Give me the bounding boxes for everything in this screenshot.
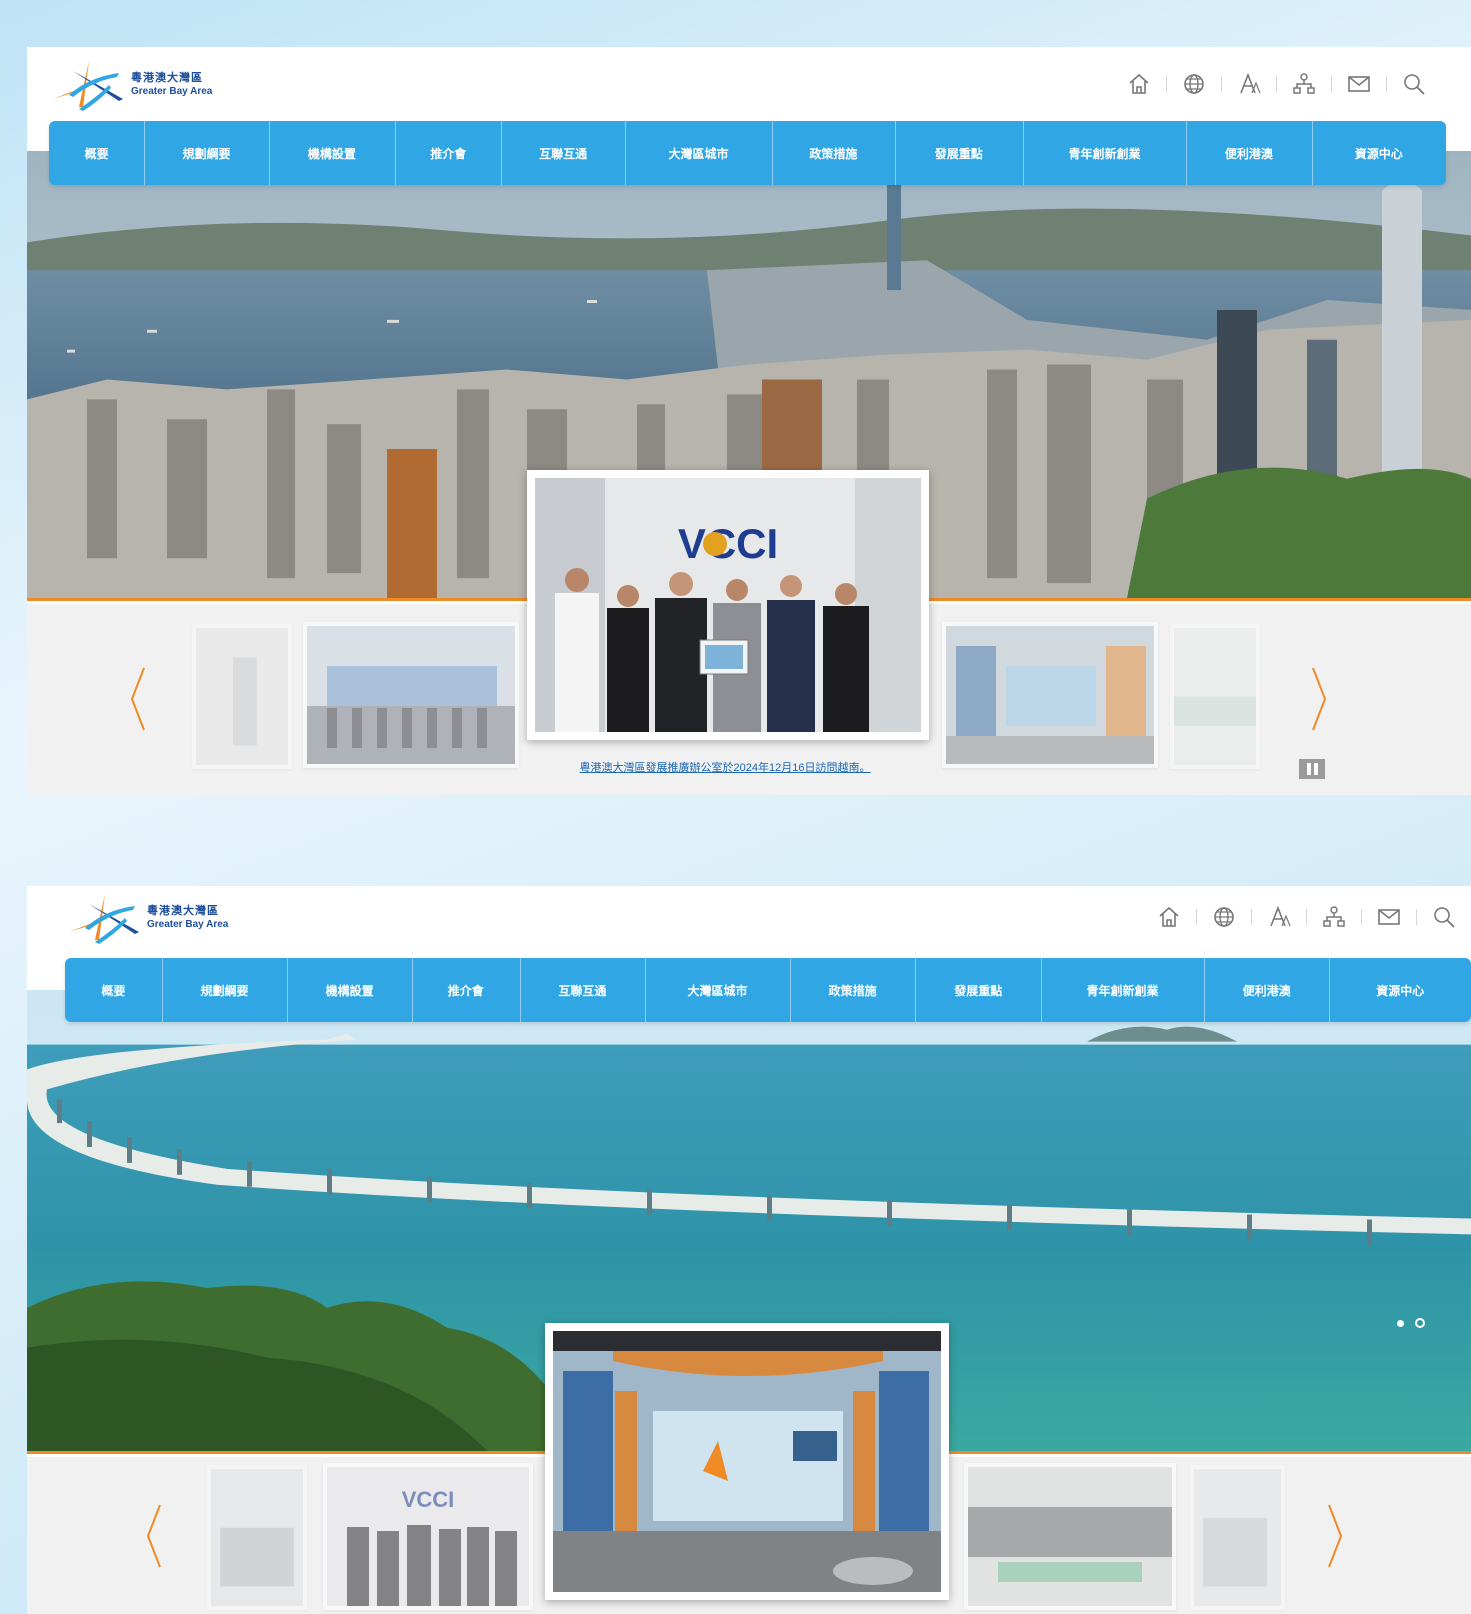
chevron-right-icon — [1328, 1504, 1343, 1568]
featured-image-vcci-group-photo: VCCI — [535, 478, 921, 732]
thumb-image-group-photo — [307, 626, 515, 764]
carousel-thumb[interactable] — [964, 1463, 1176, 1610]
gba-star-logo-icon — [53, 61, 123, 111]
contact-button[interactable] — [1331, 67, 1386, 101]
nav-item-key-areas[interactable]: 發展重點 — [894, 121, 1023, 185]
carousel-caption[interactable]: 粵港澳大灣區發展推廣辦公室於2024年12月16日訪問越南。 — [27, 759, 1447, 775]
gba-star-logo-icon — [69, 894, 139, 944]
website-screenshot-bottom: 粵港澳大灣區 Greater Bay Area 概要 規劃綱要 機構設置 推介會… — [27, 886, 1471, 1614]
carousel-prev-button[interactable] — [140, 1501, 168, 1571]
nav-item-overview[interactable]: 概要 — [65, 958, 162, 1022]
main-nav: 概要 規劃綱要 機構設置 推介會 互聯互通 大灣區城市 政策措施 發展重點 青年… — [49, 121, 1446, 185]
nav-item-outline[interactable]: 規劃綱要 — [161, 958, 288, 1022]
website-screenshot-top: 粵港澳大灣區 Greater Bay Area 概要 規劃綱要 機構設置 推介會… — [27, 47, 1471, 795]
site-logo[interactable]: 粵港澳大灣區 Greater Bay Area — [49, 55, 212, 115]
language-button[interactable] — [1196, 900, 1251, 934]
thumb-image-exhibition — [946, 626, 1154, 764]
site-header: 粵港澳大灣區 Greater Bay Area — [27, 47, 1471, 122]
home-icon — [1158, 906, 1179, 927]
text-size-button[interactable] — [1251, 900, 1306, 934]
text-size-icon — [1239, 72, 1261, 94]
search-button[interactable] — [1386, 67, 1441, 101]
logo-name-en: Greater Bay Area — [131, 86, 213, 97]
logo-name-cn: 粵港澳大灣區 — [147, 905, 219, 917]
utility-bar — [1141, 900, 1471, 934]
nav-item-connectivity[interactable]: 互聯互通 — [501, 121, 624, 185]
logo-name-en: Greater Bay Area — [147, 919, 229, 930]
nav-item-resources[interactable]: 資源中心 — [1311, 121, 1446, 185]
chevron-left-icon — [146, 1504, 161, 1568]
carousel-featured-slide[interactable]: VCCI — [527, 470, 929, 740]
nav-item-connectivity[interactable]: 互聯互通 — [519, 958, 646, 1022]
nav-item-policies[interactable]: 政策措施 — [789, 958, 916, 1022]
search-icon — [1433, 907, 1455, 928]
carousel-featured-slide[interactable] — [545, 1323, 949, 1600]
carousel-pause-button[interactable] — [1299, 759, 1325, 779]
sitemap-button[interactable] — [1276, 67, 1331, 101]
sitemap-icon — [1322, 906, 1345, 927]
thumb-image-forum — [1194, 1469, 1281, 1606]
carousel-thumb[interactable] — [207, 1465, 307, 1610]
globe-icon — [1183, 74, 1204, 94]
utility-bar — [1111, 67, 1441, 101]
carousel-thumb[interactable] — [192, 624, 292, 769]
vcci-logo-text: VCCI — [678, 520, 778, 567]
home-button[interactable] — [1141, 900, 1196, 934]
nav-item-organisation[interactable]: 機構設置 — [287, 958, 412, 1022]
carousel-thumb[interactable] — [1170, 624, 1260, 769]
carousel-thumb[interactable] — [942, 622, 1158, 768]
mail-icon — [1347, 76, 1370, 92]
globe-icon — [1213, 907, 1234, 927]
contact-button[interactable] — [1361, 900, 1416, 934]
text-size-icon — [1269, 905, 1291, 927]
carousel-thumb[interactable] — [303, 622, 519, 768]
search-button[interactable] — [1416, 900, 1471, 934]
carousel-next-button[interactable] — [1305, 664, 1333, 734]
nav-item-resources[interactable]: 資源中心 — [1329, 958, 1471, 1022]
thumb-image-meeting — [211, 1469, 303, 1606]
nav-item-key-areas[interactable]: 發展重點 — [915, 958, 1041, 1022]
text-size-button[interactable] — [1221, 67, 1276, 101]
sitemap-button[interactable] — [1306, 900, 1361, 934]
language-button[interactable] — [1166, 67, 1221, 101]
nav-item-cities[interactable]: 大灣區城市 — [624, 121, 772, 185]
main-nav: 概要 規劃綱要 機構設置 推介會 互聯互通 大灣區城市 政策措施 發展重點 青年… — [65, 958, 1471, 1022]
pause-icon — [1313, 763, 1318, 775]
chevron-left-icon — [130, 667, 145, 731]
nav-item-policies[interactable]: 政策措施 — [772, 121, 894, 185]
home-icon — [1128, 73, 1149, 94]
thumb-image-ceremony — [968, 1467, 1172, 1606]
nav-item-youth[interactable]: 青年創新創業 — [1041, 958, 1204, 1022]
pause-icon — [1306, 763, 1311, 775]
nav-item-youth[interactable]: 青年創新創業 — [1022, 121, 1186, 185]
featured-image-exhibition-booth — [553, 1331, 941, 1592]
nav-item-promotion[interactable]: 推介會 — [395, 121, 501, 185]
carousel-thumb[interactable]: VCCI — [323, 1463, 533, 1610]
nav-item-facilitation[interactable]: 便利港澳 — [1203, 958, 1330, 1022]
thumb-image-vcci-group-photo: VCCI — [327, 1467, 529, 1606]
search-icon — [1403, 74, 1425, 95]
site-logo[interactable]: 粵港澳大灣區 Greater Bay Area — [65, 888, 228, 948]
carousel-thumb[interactable] — [1190, 1465, 1285, 1610]
thumb-image-meeting — [196, 628, 288, 765]
nav-item-outline[interactable]: 規劃綱要 — [144, 121, 268, 185]
nav-item-organisation[interactable]: 機構設置 — [268, 121, 395, 185]
slide-indicator-dot[interactable] — [1415, 1318, 1425, 1328]
carousel-prev-button[interactable] — [124, 664, 152, 734]
nav-item-cities[interactable]: 大灣區城市 — [645, 958, 790, 1022]
mail-icon — [1377, 909, 1400, 925]
chevron-right-icon — [1312, 667, 1327, 731]
home-button[interactable] — [1111, 67, 1166, 101]
carousel-next-button[interactable] — [1321, 1501, 1349, 1571]
nav-item-overview[interactable]: 概要 — [49, 121, 144, 185]
nav-item-promotion[interactable]: 推介會 — [411, 958, 520, 1022]
slide-indicator-dot-active[interactable] — [1397, 1320, 1404, 1327]
sitemap-icon — [1292, 73, 1315, 94]
site-header: 粵港澳大灣區 Greater Bay Area — [27, 886, 1471, 961]
thumb-image-ceremony — [1174, 628, 1256, 765]
nav-item-facilitation[interactable]: 便利港澳 — [1186, 121, 1311, 185]
logo-name-cn: 粵港澳大灣區 — [131, 72, 203, 84]
vcci-logo-text: VCCI — [402, 1487, 455, 1512]
